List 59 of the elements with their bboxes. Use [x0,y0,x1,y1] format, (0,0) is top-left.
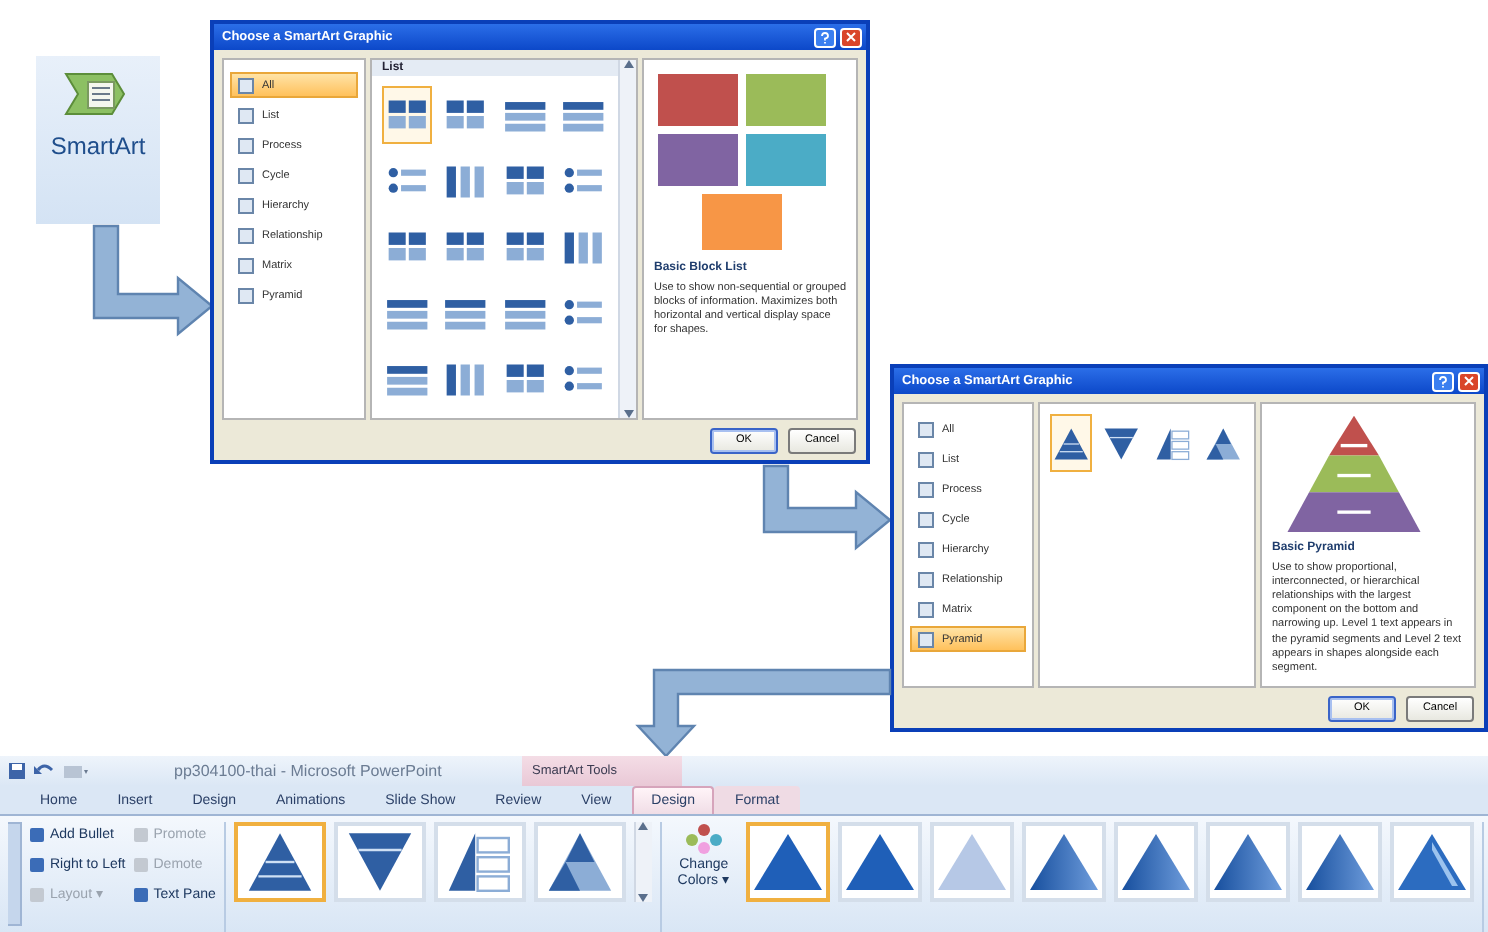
style-option[interactable] [745,822,830,902]
segmented-pyramid-icon [1203,423,1242,463]
layout-option[interactable] [433,822,526,902]
scroll-down-icon[interactable] [623,410,633,418]
button-icon [133,857,148,871]
layout-option[interactable] [1050,414,1093,472]
button-icon [30,887,44,901]
pyramid-style-icon [935,832,1008,892]
undo-icon[interactable] [34,762,54,780]
pyramid-style-icon [1119,832,1192,892]
help-button[interactable] [1432,371,1454,391]
pyramid-list-icon [1153,423,1192,463]
column-layout-icon [442,161,489,201]
pyramid-list-icon [443,830,516,894]
close-icon [846,32,856,42]
style-option[interactable] [1389,822,1474,902]
scrollbar[interactable] [618,60,636,418]
save-icon[interactable] [8,762,26,780]
close-button[interactable] [840,27,862,47]
pyramid-style-icon [1027,832,1100,892]
elbow-arrow [762,464,892,551]
button-icon [30,827,44,841]
window-title: pp304100-thai - Microsoft PowerPoint [174,762,444,780]
scroll-down-icon[interactable] [638,894,649,902]
layout-option[interactable] [382,86,433,144]
elbow-arrow [92,224,214,337]
style-option[interactable] [1021,822,1106,902]
pyramid-style-icon [1395,832,1468,892]
layout-option[interactable] [333,822,426,902]
smartart-button[interactable]: SmartArt [36,56,160,224]
pyramid-style-icon [751,832,824,892]
pyramid-icon [243,830,316,894]
segmented-pyramid-icon [543,830,616,894]
style-option[interactable] [1297,822,1382,902]
pyramid-style-icon [1211,832,1284,892]
button-icon [30,857,44,871]
layout-option[interactable] [233,822,326,902]
style-option[interactable] [837,822,922,902]
inverted-pyramid-icon [1102,423,1141,463]
help-icon [820,31,830,43]
pyramid-style-icon [1303,832,1376,892]
button-icon [133,827,148,841]
scrollbar[interactable] [633,822,652,902]
color-dots-icon [683,822,724,854]
pyramid-style-icon [843,832,916,892]
help-button[interactable] [814,27,836,47]
close-button[interactable] [1458,371,1480,391]
close-icon [1464,376,1474,386]
pyramid-icon [1052,423,1091,463]
scroll-up-icon[interactable] [623,60,633,68]
style-option[interactable] [1205,822,1290,902]
column-layout-icon [442,359,489,399]
style-option[interactable] [1113,822,1198,902]
button-icon [133,887,148,901]
layout-option[interactable] [533,822,626,902]
scroll-up-icon[interactable] [638,822,649,830]
help-icon [1438,375,1448,387]
column-layout-icon [559,227,606,267]
inverted-pyramid-icon [343,830,416,894]
